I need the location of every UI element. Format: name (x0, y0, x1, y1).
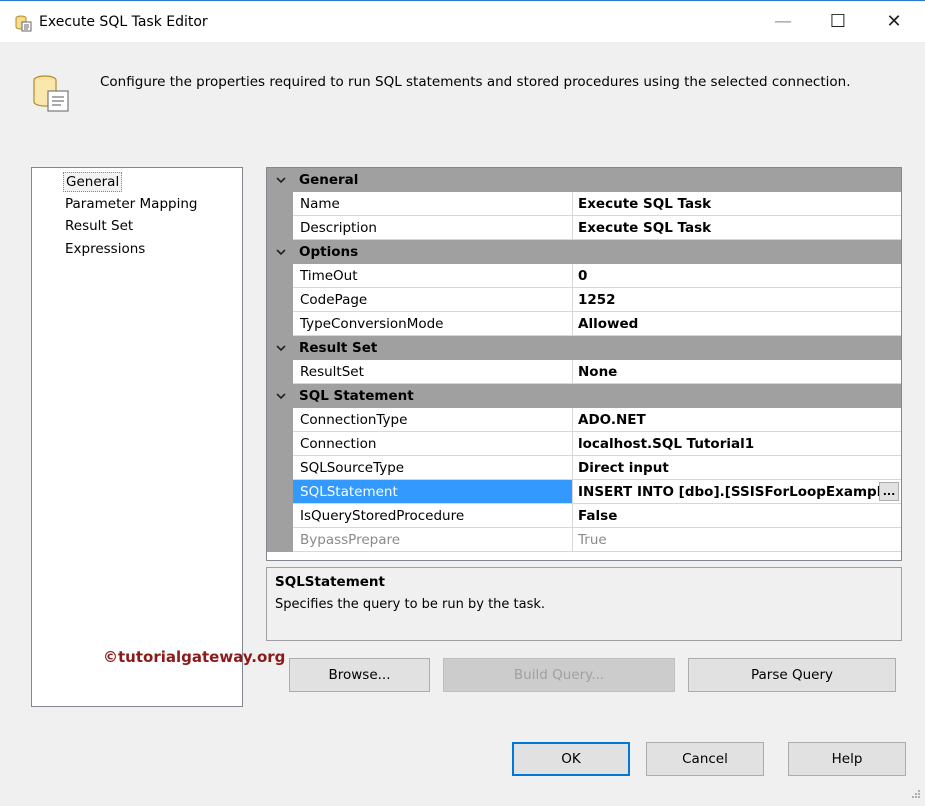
property-row-connection[interactable]: Connection localhost.SQL Tutorial1 (267, 432, 901, 456)
property-value[interactable]: Execute SQL Task (573, 192, 901, 216)
category-label: General (299, 172, 359, 188)
category-label: Result Set (299, 340, 378, 356)
property-name: IsQueryStoredProcedure (293, 504, 573, 528)
nav-item-expressions[interactable]: Expressions (63, 240, 147, 258)
property-name: BypassPrepare (293, 528, 573, 552)
property-value[interactable]: INSERT INTO [dbo].[SSISForLoopExample] .… (573, 480, 901, 504)
property-name: Connection (293, 432, 573, 456)
property-row-bypassprepare[interactable]: BypassPrepare True (267, 528, 901, 552)
build-query-button[interactable]: Build Query... (443, 658, 675, 692)
property-row-sqlstatement[interactable]: SQLStatement INSERT INTO [dbo].[SSISForL… (267, 480, 901, 504)
help-button[interactable]: Help (788, 742, 906, 776)
parse-query-button[interactable]: Parse Query (688, 658, 896, 692)
property-name: Name (293, 192, 573, 216)
category-general[interactable]: General (267, 168, 901, 192)
nav-item-result-set[interactable]: Result Set (63, 217, 135, 235)
property-name: TypeConversionMode (293, 312, 573, 336)
description-text: Specifies the query to be run by the tas… (275, 597, 546, 612)
header-description: Configure the properties required to run… (100, 74, 851, 90)
sql-task-icon (14, 14, 32, 32)
ok-button[interactable]: OK (512, 742, 630, 776)
property-value[interactable]: ADO.NET (573, 408, 901, 432)
property-grid: General Name Execute SQL Task Descriptio… (266, 167, 902, 561)
property-row-resultset[interactable]: ResultSet None (267, 360, 901, 384)
collapse-chevron-icon[interactable] (271, 384, 291, 408)
category-result-set[interactable]: Result Set (267, 336, 901, 360)
property-row-isquerystoredprocedure[interactable]: IsQueryStoredProcedure False (267, 504, 901, 528)
collapse-chevron-icon[interactable] (271, 336, 291, 360)
property-name: ResultSet (293, 360, 573, 384)
close-button[interactable]: ✕ (871, 2, 917, 40)
watermark: ©tutorialgateway.org (103, 648, 286, 666)
property-row-sqlsourcetype[interactable]: SQLSourceType Direct input (267, 456, 901, 480)
description-title: SQLStatement (275, 574, 385, 590)
category-label: SQL Statement (299, 388, 414, 404)
property-row-description[interactable]: Description Execute SQL Task (267, 216, 901, 240)
property-name: CodePage (293, 288, 573, 312)
property-name: TimeOut (293, 264, 573, 288)
title-bar: Execute SQL Task Editor — ☐ ✕ (0, 2, 925, 42)
nav-item-general[interactable]: General (63, 172, 123, 192)
property-description-box: SQLStatement Specifies the query to be r… (266, 567, 902, 641)
property-value[interactable]: Execute SQL Task (573, 216, 901, 240)
property-name: SQLStatement (293, 480, 573, 504)
property-name: SQLSourceType (293, 456, 573, 480)
property-name: Description (293, 216, 573, 240)
sql-statement-value: INSERT INTO [dbo].[SSISForLoopExample] (578, 484, 897, 500)
property-row-typeconversionmode[interactable]: TypeConversionMode Allowed (267, 312, 901, 336)
dialog-window: Execute SQL Task Editor — ☐ ✕ Configure … (0, 0, 925, 806)
property-value[interactable]: localhost.SQL Tutorial1 (573, 432, 901, 456)
browse-button[interactable]: Browse... (289, 658, 430, 692)
property-value[interactable]: 0 (573, 264, 901, 288)
property-value[interactable]: False (573, 504, 901, 528)
window-title: Execute SQL Task Editor (39, 14, 208, 30)
cancel-button[interactable]: Cancel (646, 742, 764, 776)
property-value[interactable]: 1252 (573, 288, 901, 312)
ellipsis-button[interactable]: ... (879, 482, 899, 501)
resize-grip-icon[interactable] (911, 789, 921, 802)
property-row-codepage[interactable]: CodePage 1252 (267, 288, 901, 312)
page-navigation-list: General Parameter Mapping Result Set Exp… (31, 167, 243, 707)
maximize-button[interactable]: ☐ (815, 2, 861, 40)
category-options[interactable]: Options (267, 240, 901, 264)
property-row-name[interactable]: Name Execute SQL Task (267, 192, 901, 216)
property-value[interactable]: Direct input (573, 456, 901, 480)
sql-task-large-icon (29, 71, 73, 115)
minimize-button[interactable]: — (760, 2, 806, 40)
property-name: ConnectionType (293, 408, 573, 432)
category-sql-statement[interactable]: SQL Statement (267, 384, 901, 408)
property-row-connectiontype[interactable]: ConnectionType ADO.NET (267, 408, 901, 432)
collapse-chevron-icon[interactable] (271, 240, 291, 264)
category-label: Options (299, 244, 359, 260)
property-value: True (573, 528, 901, 552)
property-value[interactable]: None (573, 360, 901, 384)
property-value[interactable]: Allowed (573, 312, 901, 336)
nav-item-parameter-mapping[interactable]: Parameter Mapping (63, 195, 199, 213)
property-row-timeout[interactable]: TimeOut 0 (267, 264, 901, 288)
collapse-chevron-icon[interactable] (271, 168, 291, 192)
